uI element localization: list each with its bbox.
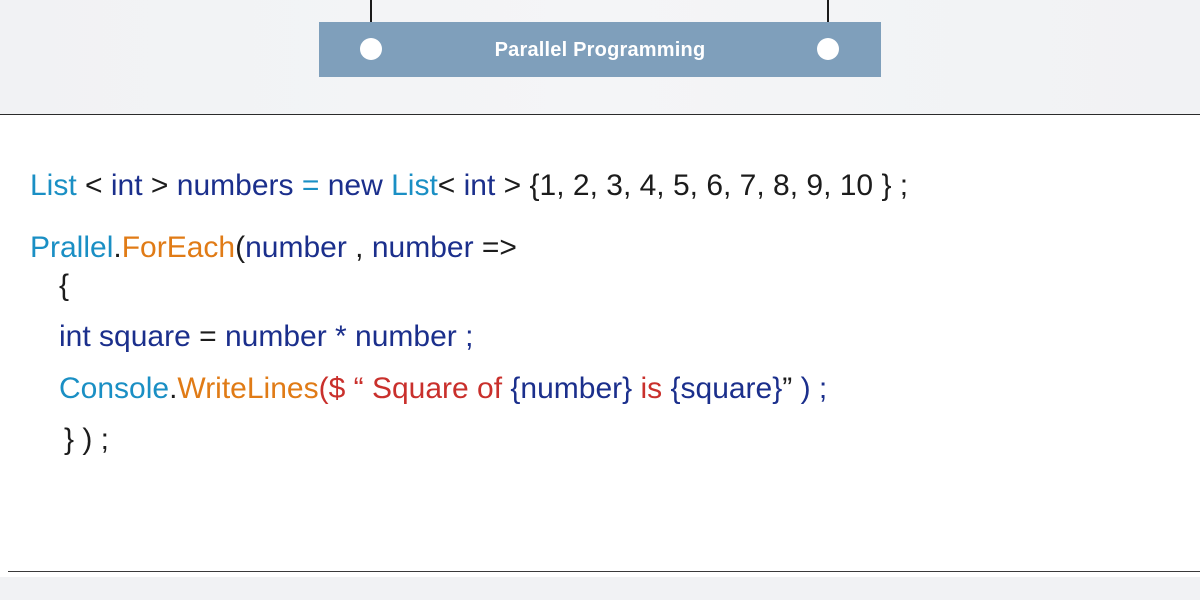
token: ; <box>891 169 909 202</box>
token: . <box>113 231 122 264</box>
token: < <box>76 169 111 202</box>
token: int <box>463 169 496 202</box>
bottom-divider <box>8 571 1200 572</box>
token: int <box>110 169 143 202</box>
token: ($ <box>318 372 346 405</box>
token: Console <box>59 372 170 405</box>
token: int <box>59 320 91 353</box>
token: => <box>473 231 517 264</box>
token: * <box>326 320 356 353</box>
code-line-3: { <box>59 269 69 303</box>
token: = <box>190 320 225 353</box>
code-line-2: Prallel.ForEach(number , number => <box>30 231 517 265</box>
token: square <box>99 320 191 353</box>
token: > <box>142 169 177 202</box>
token: new <box>327 169 383 202</box>
code-line-6: } ) ; <box>64 423 109 457</box>
token: ( <box>235 231 246 264</box>
token: ForEach <box>121 231 236 264</box>
token: ; <box>456 320 474 353</box>
code-line-1: List < int > numbers = new List< int > {… <box>30 169 908 203</box>
header-band: Parallel Programming <box>0 0 1200 115</box>
token: { <box>59 269 70 302</box>
token: ) ; <box>800 372 828 405</box>
token: } ) ; <box>64 423 110 456</box>
token: number <box>371 231 474 264</box>
token: number <box>245 231 347 264</box>
token: numbers <box>176 169 294 202</box>
token: List <box>391 169 438 202</box>
token: {number} <box>510 372 633 405</box>
token: Prallel <box>30 231 114 264</box>
token: ” <box>782 372 801 405</box>
token: , <box>346 231 372 264</box>
token: WriteLines <box>177 372 319 405</box>
title-banner: Parallel Programming <box>319 22 881 77</box>
token: {square} <box>670 372 783 405</box>
page-title: Parallel Programming <box>494 39 706 61</box>
token: number <box>224 320 327 353</box>
token: number <box>355 320 457 353</box>
token: < <box>437 169 464 202</box>
code-block: List < int > numbers = new List< int > {… <box>0 115 1200 571</box>
token: is <box>632 372 671 405</box>
code-line-5: Console.WriteLines($ “ Square of {number… <box>59 372 827 406</box>
token: = <box>293 169 328 202</box>
footer-band <box>0 577 1200 600</box>
token: {1, 2, 3, 4, 5, 6, 7, 8, 9, 10 } <box>529 169 892 202</box>
token: > <box>495 169 530 202</box>
token: List <box>30 169 77 202</box>
code-line-4: int square = number * number ; <box>59 320 473 354</box>
token: “ Square of <box>345 372 511 405</box>
